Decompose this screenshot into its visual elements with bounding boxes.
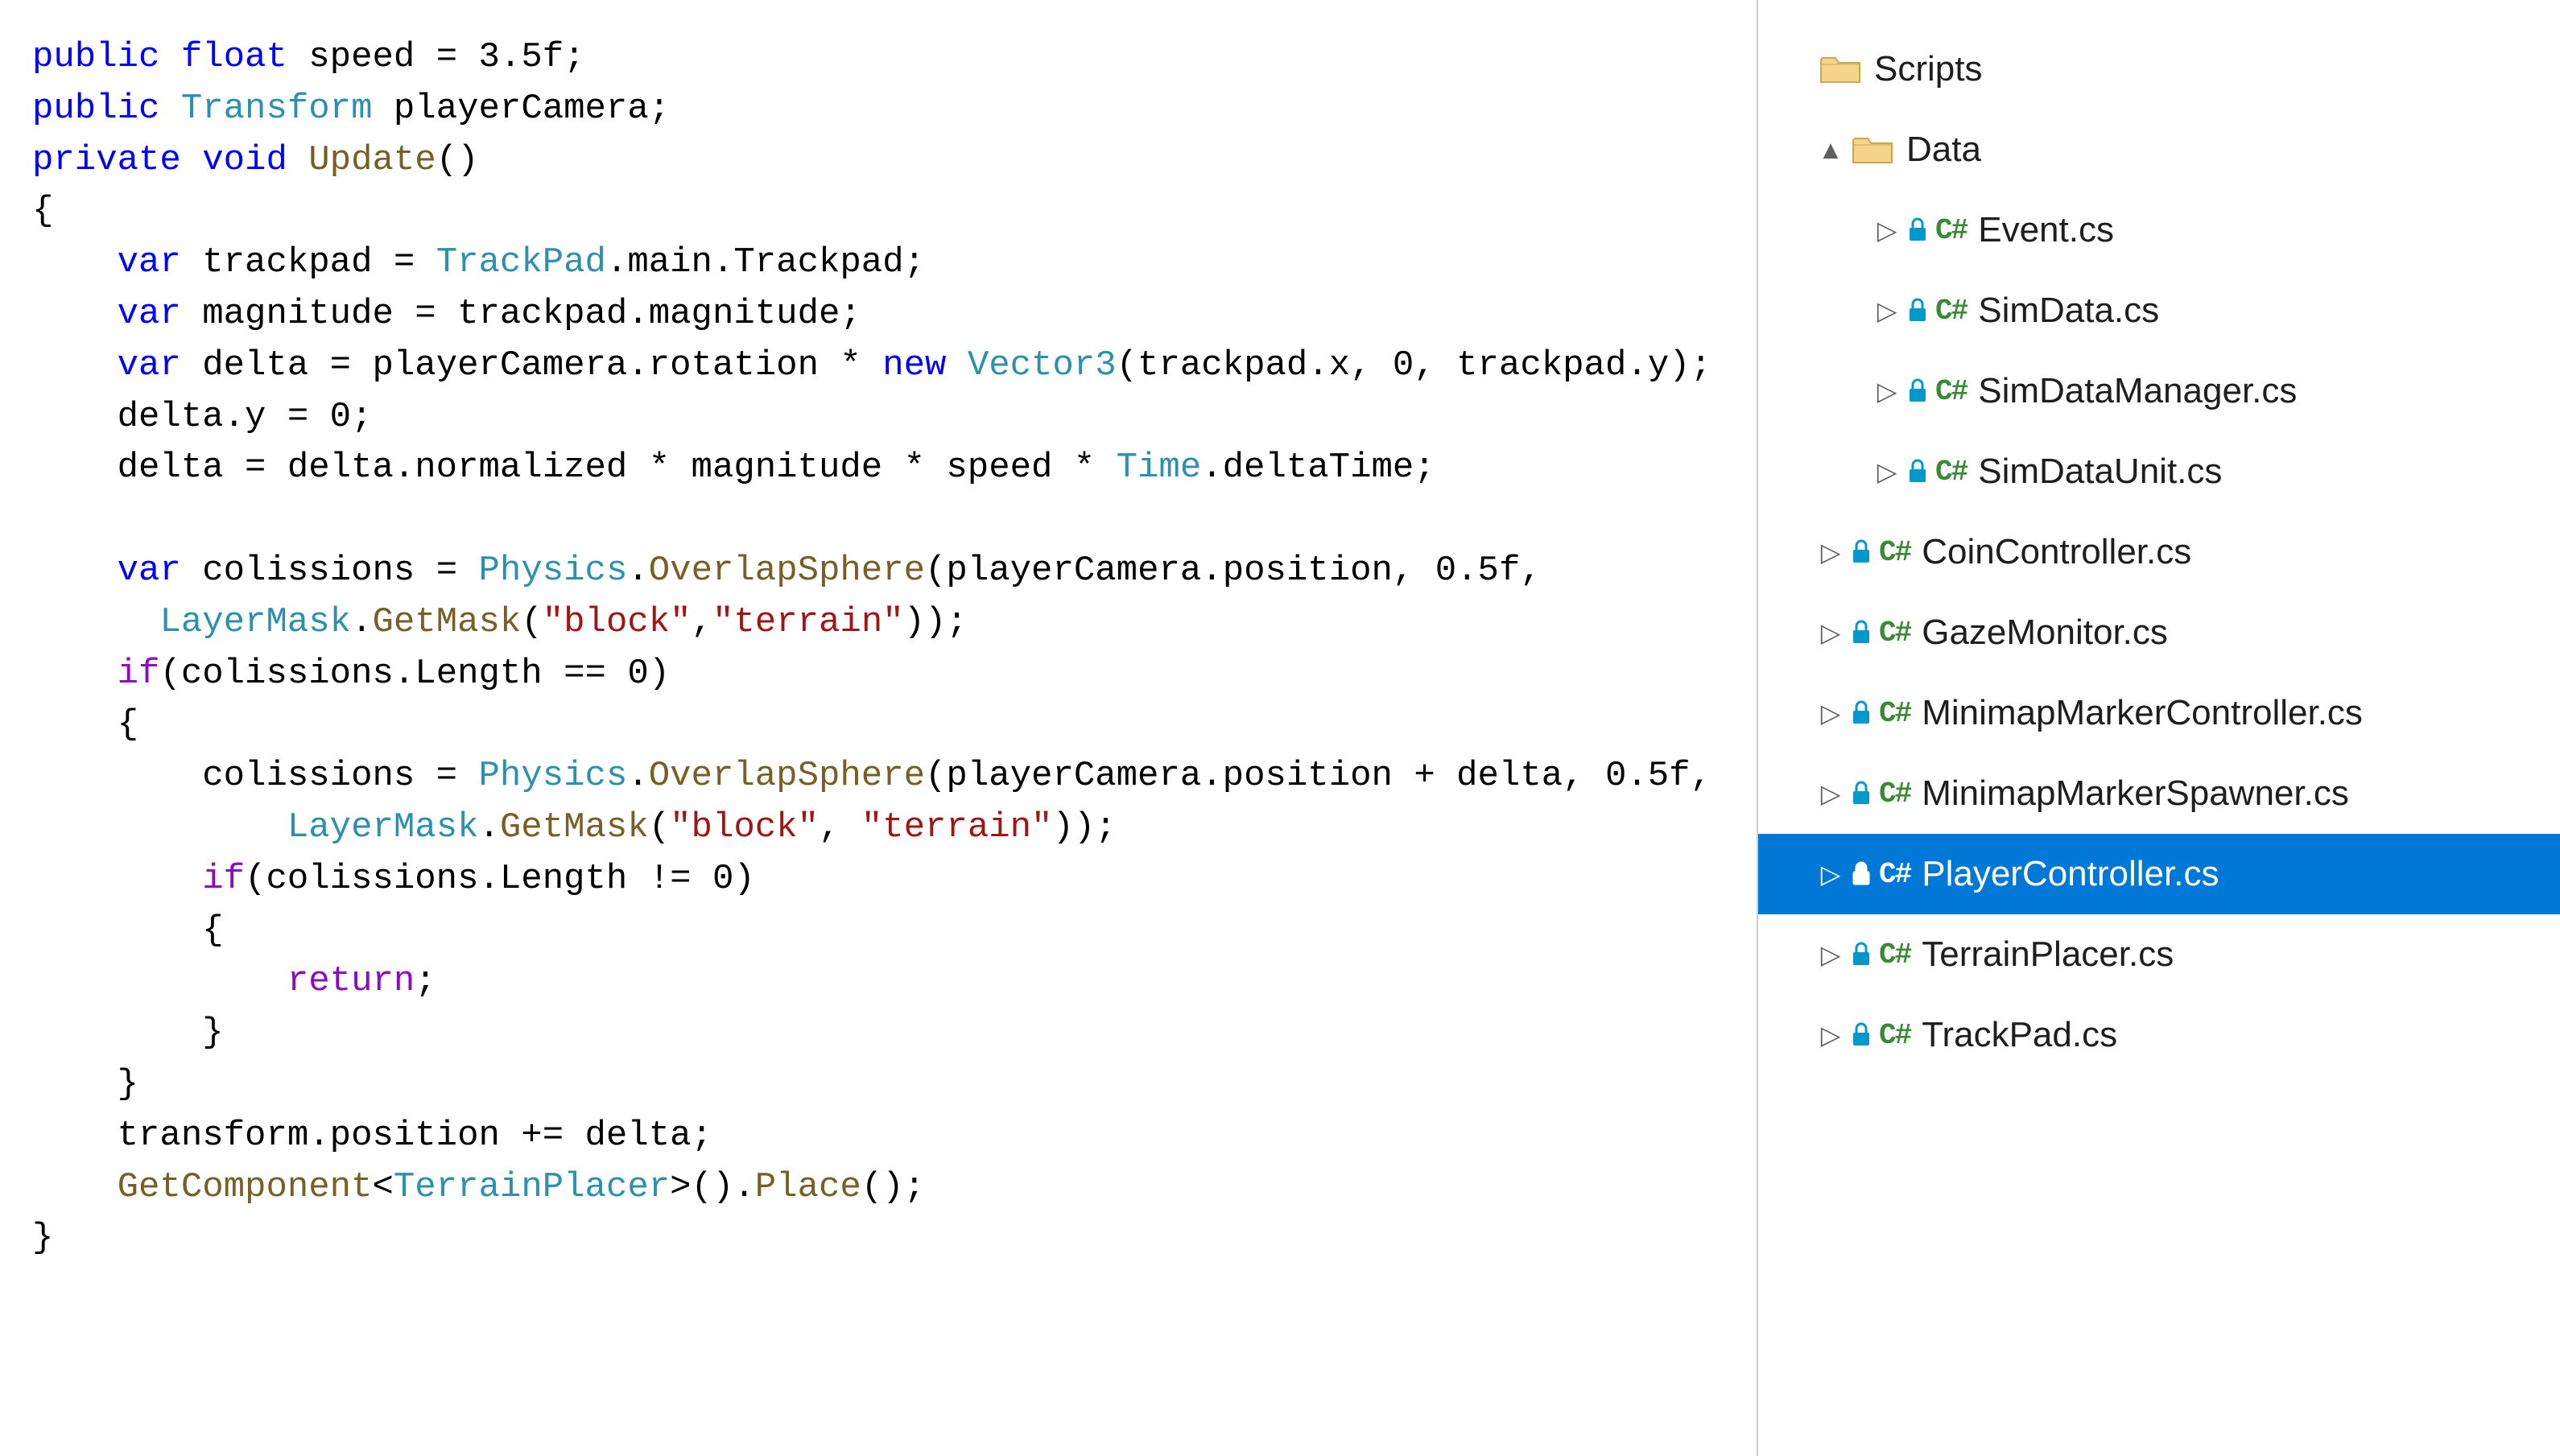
- tree-file[interactable]: ▷ C# TrackPad.cs: [1758, 995, 2560, 1075]
- expand-icon[interactable]: ▷: [1871, 215, 1903, 245]
- code-line[interactable]: }: [32, 1213, 1740, 1264]
- tree-file[interactable]: ▷ C# PlayerController.cs: [1758, 834, 2560, 914]
- code-line[interactable]: var magnitude = trackpad.magnitude;: [32, 289, 1740, 340]
- code-line[interactable]: transform.position += delta;: [32, 1111, 1740, 1162]
- expand-icon[interactable]: ▷: [1815, 698, 1847, 728]
- tree-item-label: GazeMonitor.cs: [1922, 613, 2560, 653]
- expand-icon[interactable]: ▷: [1815, 537, 1847, 567]
- code-line[interactable]: return;: [32, 956, 1740, 1008]
- csharp-file-icon: C#: [1935, 214, 1967, 247]
- expand-icon[interactable]: ▷: [1815, 778, 1847, 809]
- lock-icon: [1906, 297, 1929, 324]
- code-editor[interactable]: public float speed = 3.5f;public Transfo…: [0, 0, 1757, 1456]
- code-line[interactable]: {: [32, 186, 1740, 237]
- code-line[interactable]: [32, 494, 1740, 546]
- tree-file[interactable]: ▷ C# GazeMonitor.cs: [1758, 592, 2560, 673]
- tree-item-label: CoinController.cs: [1922, 532, 2560, 572]
- lock-icon: [1850, 1021, 1873, 1049]
- lock-icon: [1906, 217, 1929, 244]
- csharp-file-icon: C#: [1879, 858, 1910, 891]
- tree-file[interactable]: ▷ C# SimDataUnit.cs: [1758, 431, 2560, 512]
- code-line[interactable]: if(colissions.Length == 0): [32, 649, 1740, 700]
- code-line[interactable]: var delta = playerCamera.rotation * new …: [32, 340, 1740, 392]
- lock-icon: [1850, 860, 1873, 888]
- lock-icon: [1850, 538, 1873, 566]
- code-line[interactable]: LayerMask.GetMask("block", "terrain"));: [32, 802, 1740, 854]
- tree-file[interactable]: ▷ C# SimDataManager.cs: [1758, 351, 2560, 431]
- code-line[interactable]: LayerMask.GetMask("block","terrain"));: [32, 597, 1740, 649]
- code-line[interactable]: var trackpad = TrackPad.main.Trackpad;: [32, 237, 1740, 289]
- expand-icon[interactable]: ▷: [1871, 295, 1903, 326]
- code-line[interactable]: if(colissions.Length != 0): [32, 854, 1740, 905]
- code-line[interactable]: public float speed = 3.5f;: [32, 32, 1740, 84]
- csharp-file-icon: C#: [1879, 777, 1910, 810]
- folder-icon: [1852, 134, 1893, 166]
- code-line[interactable]: var colissions = Physics.OverlapSphere(p…: [32, 546, 1740, 597]
- code-line[interactable]: colissions = Physics.OverlapSphere(playe…: [32, 751, 1740, 802]
- tree-item-label: SimData.cs: [1978, 291, 2560, 331]
- tree-file[interactable]: ▷ C# SimData.cs: [1758, 270, 2560, 351]
- tree-file[interactable]: ▷ C# Event.cs: [1758, 190, 2560, 270]
- code-line[interactable]: public Transform playerCamera;: [32, 84, 1740, 135]
- code-line[interactable]: GetComponent<TerrainPlacer>().Place();: [32, 1162, 1740, 1214]
- tree-item-label: MinimapMarkerController.cs: [1922, 693, 2560, 733]
- csharp-file-icon: C#: [1935, 295, 1967, 328]
- tree-item-label: SimDataManager.cs: [1978, 371, 2560, 411]
- lock-icon: [1850, 699, 1873, 727]
- tree-item-label: Event.cs: [1978, 210, 2560, 250]
- expand-icon[interactable]: ▷: [1871, 456, 1903, 487]
- tree-file[interactable]: ▷ C# MinimapMarkerController.cs: [1758, 673, 2560, 753]
- tree-item-label: Data: [1906, 130, 2560, 170]
- tree-item-label: TrackPad.cs: [1922, 1015, 2560, 1055]
- tree-item-label: TerrainPlacer.cs: [1922, 934, 2560, 975]
- tree-folder[interactable]: ▲ Data: [1758, 109, 2560, 190]
- tree-item-label: SimDataUnit.cs: [1978, 452, 2560, 492]
- csharp-file-icon: C#: [1879, 697, 1910, 730]
- expand-icon[interactable]: ▷: [1815, 939, 1847, 970]
- tree-item-label: Scripts: [1874, 49, 2560, 89]
- code-line[interactable]: private void Update(): [32, 135, 1740, 187]
- code-line[interactable]: }: [32, 1059, 1740, 1111]
- code-line[interactable]: delta = delta.normalized * magnitude * s…: [32, 443, 1740, 494]
- csharp-file-icon: C#: [1879, 1019, 1910, 1052]
- code-line[interactable]: {: [32, 905, 1740, 957]
- tree-file[interactable]: ▷ C# MinimapMarkerSpawner.cs: [1758, 753, 2560, 834]
- code-line[interactable]: {: [32, 699, 1740, 751]
- csharp-file-icon: C#: [1879, 938, 1910, 971]
- tree-file[interactable]: ▷ C# CoinController.cs: [1758, 512, 2560, 592]
- expand-icon[interactable]: ▷: [1815, 859, 1847, 889]
- csharp-file-icon: C#: [1935, 456, 1967, 489]
- lock-icon: [1850, 941, 1873, 968]
- tree-file[interactable]: ▷ C# TerrainPlacer.cs: [1758, 914, 2560, 995]
- lock-icon: [1850, 619, 1873, 646]
- code-line[interactable]: }: [32, 1008, 1740, 1059]
- expand-icon[interactable]: ▷: [1815, 617, 1847, 648]
- folder-icon: [1819, 53, 1861, 85]
- csharp-file-icon: C#: [1935, 375, 1967, 408]
- collapse-icon[interactable]: ▲: [1815, 135, 1847, 165]
- expand-icon[interactable]: ▷: [1871, 376, 1903, 406]
- csharp-file-icon: C#: [1879, 536, 1910, 569]
- solution-explorer[interactable]: Scripts ▲ Data ▷ C# Event.cs ▷ C# SimData.cs ▷ C# S…: [1757, 0, 2560, 1456]
- expand-icon[interactable]: ▷: [1815, 1020, 1847, 1050]
- code-line[interactable]: delta.y = 0;: [32, 392, 1740, 443]
- lock-icon: [1850, 780, 1873, 807]
- lock-icon: [1906, 458, 1929, 485]
- csharp-file-icon: C#: [1879, 617, 1910, 650]
- tree-item-label: PlayerController.cs: [1922, 854, 2560, 894]
- tree-folder[interactable]: Scripts: [1758, 29, 2560, 109]
- lock-icon: [1906, 377, 1929, 405]
- tree-item-label: MinimapMarkerSpawner.cs: [1922, 773, 2560, 814]
